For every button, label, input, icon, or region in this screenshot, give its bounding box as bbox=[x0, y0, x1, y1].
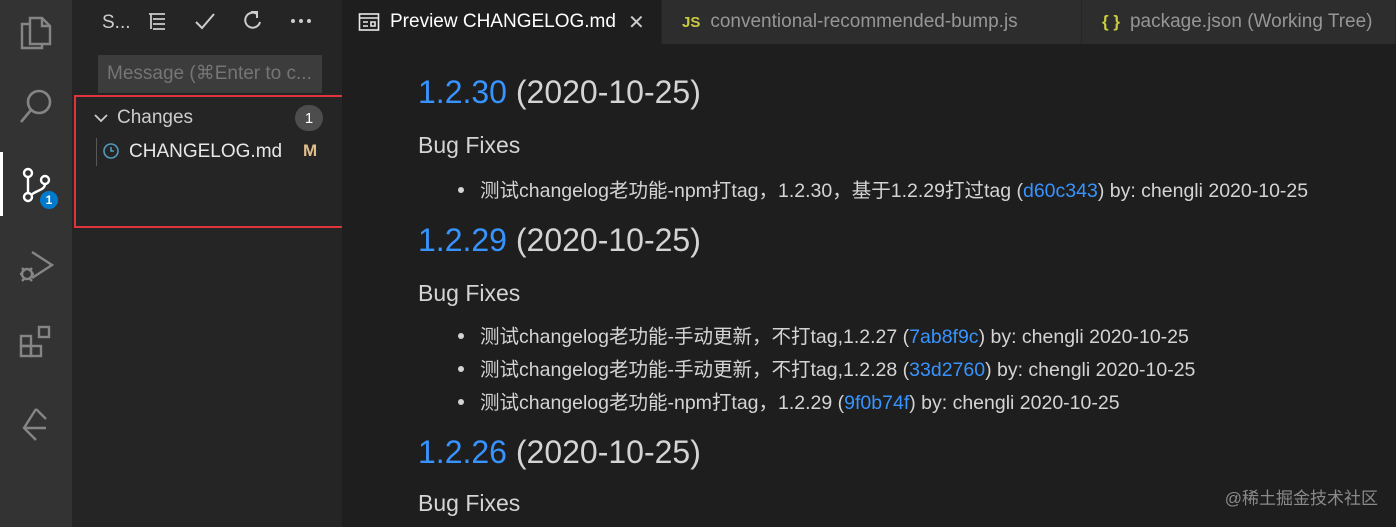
activity-bar: 1 bbox=[0, 0, 72, 527]
release-date: (2020-10-25) bbox=[515, 74, 701, 110]
extensions-icon[interactable] bbox=[0, 310, 72, 374]
refresh-icon[interactable] bbox=[238, 6, 268, 36]
commit-item: 测试changelog老功能-npm打tag，1.2.29 (9f0b74f) … bbox=[458, 386, 1120, 415]
source-control-panel: S... Changes 1 CHANGELOG.md M bbox=[72, 0, 342, 527]
release-date: (2020-10-25) bbox=[515, 222, 701, 258]
commit-item: 测试changelog老功能-手动更新，不打tag,1.2.28 (33d276… bbox=[458, 353, 1195, 382]
section-title: Bug Fixes bbox=[418, 490, 521, 516]
version-link[interactable]: 1.2.29 bbox=[418, 222, 507, 258]
release-heading: 1.2.29 (2020-10-25) bbox=[418, 222, 701, 259]
editor-tabs: Preview CHANGELOG.md ✕ JS conventional-r… bbox=[342, 0, 1396, 44]
preview-icon bbox=[358, 12, 380, 32]
watermark: @稀土掘金技术社区 bbox=[1224, 489, 1378, 508]
bullet bbox=[458, 332, 464, 339]
commit-message-input[interactable] bbox=[98, 55, 322, 93]
commit-hash-link[interactable]: d60c343 bbox=[1023, 180, 1098, 202]
tree-view-icon[interactable] bbox=[142, 6, 172, 36]
scm-badge: 1 bbox=[38, 189, 60, 211]
bullet bbox=[458, 365, 464, 372]
run-debug-icon[interactable] bbox=[0, 234, 72, 298]
tab-package-json[interactable]: { } package.json (Working Tree) bbox=[1082, 0, 1396, 44]
commit-text: 测试changelog老功能-手动更新，不打tag,1.2.27 ( bbox=[480, 326, 910, 348]
tab-label: package.json (Working Tree) bbox=[1129, 11, 1373, 32]
release-heading: 1.2.30 (2020-10-25) bbox=[418, 74, 701, 111]
section-title: Bug Fixes bbox=[418, 132, 521, 158]
section-title: Bug Fixes bbox=[418, 280, 521, 306]
tab-label: conventional-recommended-bump.js bbox=[710, 11, 1018, 32]
commit-author: ) by: chengli 2020-10-25 bbox=[909, 392, 1120, 414]
version-link[interactable]: 1.2.26 bbox=[418, 434, 507, 470]
markdown-preview: 1.2.30 (2020-10-25) Bug Fixes 测试changelo… bbox=[342, 44, 1396, 527]
commit-hash-link[interactable]: 33d2760 bbox=[909, 359, 985, 381]
release-date: (2020-10-25) bbox=[515, 434, 701, 470]
commit-hash-link[interactable]: 7ab8f9c bbox=[909, 326, 978, 348]
bullet bbox=[458, 398, 464, 405]
highlight-annotation bbox=[74, 95, 370, 228]
panel-title: S... bbox=[102, 12, 131, 33]
git-graph-icon[interactable] bbox=[0, 392, 72, 456]
commit-author: ) by: chengli 2020-10-25 bbox=[985, 359, 1196, 381]
more-icon[interactable] bbox=[286, 6, 316, 36]
commit-text: 测试changelog老功能-手动更新，不打tag,1.2.28 ( bbox=[480, 359, 910, 381]
source-control-icon[interactable]: 1 bbox=[0, 152, 72, 216]
search-icon[interactable] bbox=[0, 74, 72, 138]
commit-author: ) by: chengli 2020-10-25 bbox=[1097, 180, 1309, 202]
tab-label: Preview CHANGELOG.md bbox=[390, 11, 616, 32]
close-icon[interactable]: ✕ bbox=[628, 10, 645, 35]
commit-author: ) by: chengli 2020-10-25 bbox=[978, 326, 1189, 348]
commit-item: 测试changelog老功能-npm打tag，1.2.30，基于1.2.29打过… bbox=[458, 174, 1308, 203]
commit-text: 测试changelog老功能-npm打tag，1.2.29 ( bbox=[480, 392, 845, 414]
json-file-icon: { } bbox=[1102, 12, 1120, 31]
javascript-file-icon: JS bbox=[682, 13, 701, 31]
commit-item: 测试changelog老功能-手动更新，不打tag,1.2.27 (7ab8f9… bbox=[458, 320, 1189, 349]
tab-preview-changelog[interactable]: Preview CHANGELOG.md ✕ bbox=[342, 0, 662, 44]
tab-conventional-recommended-bump[interactable]: JS conventional-recommended-bump.js bbox=[662, 0, 1082, 44]
check-icon[interactable] bbox=[190, 6, 220, 36]
commit-text: 测试changelog老功能-npm打tag，1.2.30，基于1.2.29打过… bbox=[480, 180, 1023, 202]
panel-header: S... bbox=[72, 0, 342, 44]
explorer-icon[interactable] bbox=[0, 0, 72, 64]
release-heading: 1.2.26 (2020-10-25) bbox=[418, 434, 701, 471]
bullet bbox=[458, 186, 464, 193]
commit-hash-link[interactable]: 9f0b74f bbox=[844, 392, 909, 414]
version-link[interactable]: 1.2.30 bbox=[418, 74, 507, 110]
